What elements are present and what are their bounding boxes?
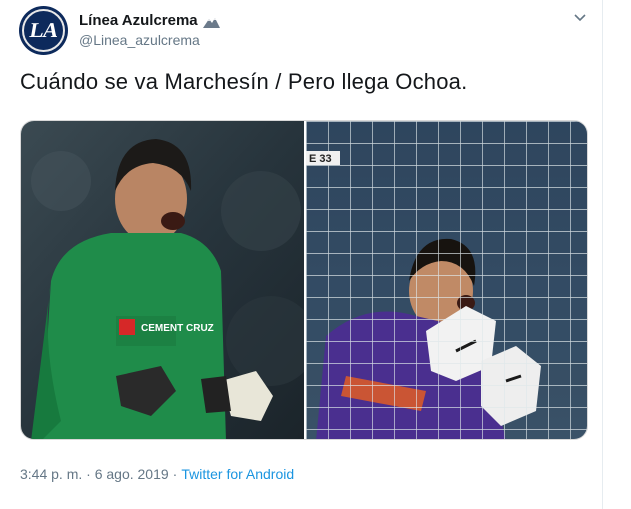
avatar[interactable]: LA (19, 6, 68, 55)
tweet-meta: 3:44 p. m. · 6 ago. 2019 · Twitter for A… (20, 466, 294, 482)
avatar-initials: LA (27, 18, 60, 42)
author-name-row: Línea Azulcrema (79, 12, 220, 29)
chevron-down-icon[interactable] (572, 10, 588, 26)
tweet-timestamp[interactable]: 3:44 p. m. · 6 ago. 2019 (20, 466, 169, 482)
mountain-emoji-icon (202, 15, 220, 28)
author-handle[interactable]: @Linea_azulcrema (79, 32, 200, 48)
media-photo-left[interactable]: CEMENT CRUZ (21, 121, 304, 439)
media-photo-right[interactable]: E 33 (306, 121, 587, 439)
jersey-sponsor-text: CEMENT CRUZ (141, 323, 214, 334)
tweet-card: LA Línea Azulcrema @Linea_azulcrema Cuán… (0, 0, 603, 509)
tweet-source-link[interactable]: Twitter for Android (181, 466, 294, 482)
tweet-text: Cuándo se va Marchesín / Pero llega Ocho… (20, 69, 468, 94)
author-display-name[interactable]: Línea Azulcrema (79, 12, 198, 29)
meta-separator: · (172, 466, 178, 482)
score-badge: E 33 (309, 153, 332, 165)
tweet-media[interactable]: CEMENT CRUZ E 33 (20, 120, 588, 440)
